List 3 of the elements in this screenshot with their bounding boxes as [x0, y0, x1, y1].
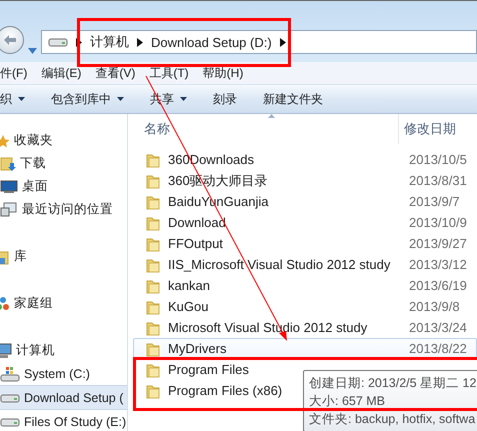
tooltip-line: 文件夹: backup, hotfix, softwa — [309, 411, 476, 428]
tooltip-line: 大小: 657 MB — [309, 393, 386, 410]
tooltip-line: 创建日期: 2013/2/5 星期二 12 — [309, 375, 477, 392]
